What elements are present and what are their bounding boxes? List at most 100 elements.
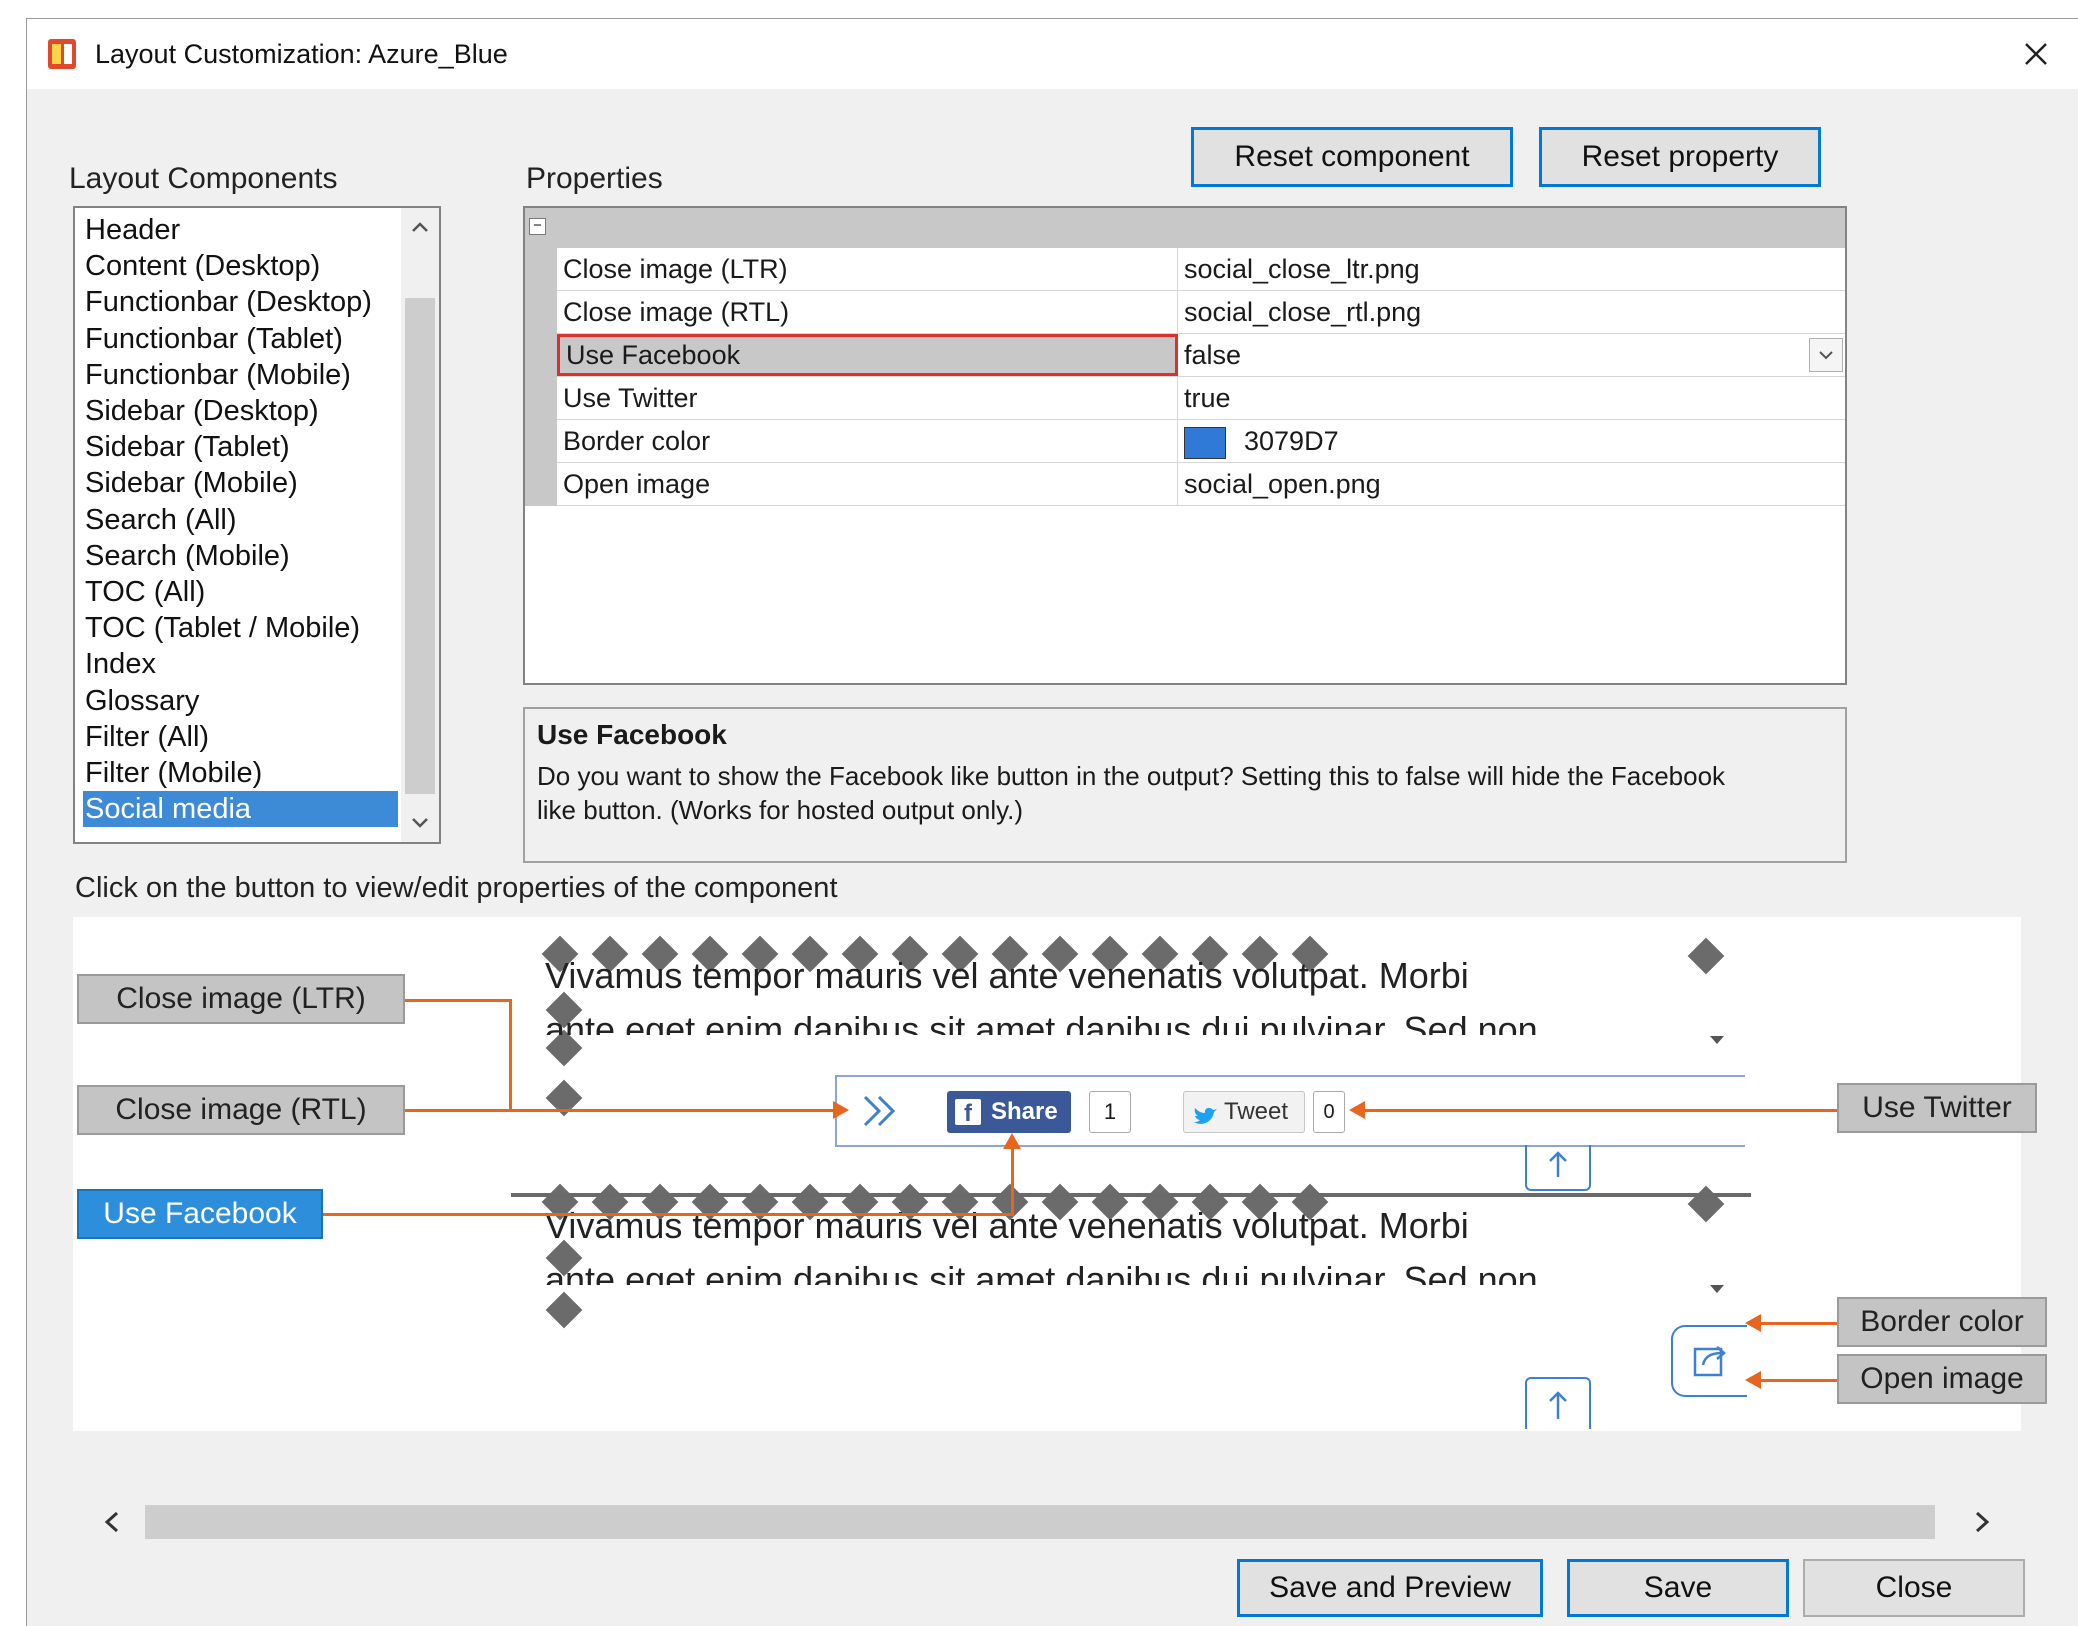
mock-scroll-down-icon-lower — [1707, 1282, 1727, 1301]
scroll-up-icon[interactable] — [401, 208, 439, 246]
reset-component-button[interactable]: Reset component — [1191, 127, 1513, 187]
decorative-border-diamond — [1687, 1185, 1725, 1223]
close-button[interactable]: Close — [1803, 1559, 2025, 1617]
preview-scroll-thumb[interactable] — [145, 1505, 1935, 1539]
dropdown-chevron-icon[interactable] — [1809, 338, 1843, 372]
title-bar: Layout Customization: Azure_Blue — [27, 19, 2078, 89]
preview-horizontal-scrollbar[interactable] — [73, 1499, 2021, 1545]
facebook-share-button: f Share — [947, 1091, 1071, 1133]
connector-line — [1759, 1322, 1837, 1325]
color-swatch — [1184, 426, 1226, 459]
use-facebook-button[interactable]: Use Facebook — [77, 1189, 323, 1239]
share-count: 1 — [1089, 1091, 1131, 1133]
property-row[interactable]: Close image (RTL) social_close_rtl.png — [557, 291, 1845, 334]
preview-text-line-1-lower: Vivamus tempor mauris vel ante venenatis… — [545, 1205, 1469, 1246]
reset-property-button[interactable]: Reset property — [1539, 127, 1821, 187]
preview-text-line-1: Vivamus tempor mauris vel ante venenatis… — [545, 955, 1469, 996]
property-value[interactable]: social_close_ltr.png — [1178, 248, 1845, 290]
border-color-button[interactable]: Border color — [1837, 1297, 2047, 1347]
list-scroll-thumb[interactable] — [405, 298, 435, 794]
tweet-label: Tweet — [1224, 1098, 1289, 1125]
tweet-count: 0 — [1313, 1091, 1345, 1133]
property-name: Use Twitter — [557, 377, 1178, 419]
component-preview: Vivamus tempor mauris vel ante venenatis… — [73, 917, 2047, 1431]
property-description: Use Facebook Do you want to show the Fac… — [523, 707, 1847, 863]
property-row[interactable]: Close image (LTR) social_close_ltr.png — [557, 248, 1845, 291]
connector-line — [1011, 1147, 1014, 1216]
twitter-tweet-button: Tweet — [1183, 1091, 1305, 1133]
list-scrollbar[interactable] — [401, 208, 439, 842]
property-value[interactable]: social_close_rtl.png — [1178, 291, 1845, 333]
property-value-text: social_open.png — [1184, 469, 1381, 499]
close-arrows-icon — [859, 1091, 903, 1136]
component-list-item[interactable]: TOC (All) — [83, 574, 398, 610]
layout-components-label: Layout Components — [69, 162, 338, 195]
property-value[interactable]: true — [1178, 377, 1845, 419]
mock-scroll-down-icon — [1707, 1033, 1727, 1052]
collapse-icon[interactable]: − — [529, 218, 546, 235]
back-to-top-icon — [1525, 1145, 1591, 1191]
scroll-right-icon[interactable] — [1967, 1505, 1997, 1544]
property-row[interactable]: Use Facebook false — [557, 334, 1845, 377]
scroll-left-icon[interactable] — [97, 1505, 127, 1544]
decorative-border-diamond — [1687, 937, 1725, 975]
property-name: Use Facebook — [557, 334, 1178, 376]
component-list-item[interactable]: Filter (All) — [83, 719, 398, 755]
property-value[interactable]: 3079D7 — [1178, 420, 1845, 462]
component-list-item[interactable]: Sidebar (Tablet) — [83, 429, 398, 465]
component-list-item[interactable]: Search (All) — [83, 502, 398, 538]
close-image-rtl-button[interactable]: Close image (RTL) — [77, 1085, 405, 1135]
layout-components-list[interactable]: Header Content (Desktop) Functionbar (Desk… — [73, 206, 441, 844]
social-open-icon — [1671, 1325, 1747, 1397]
grid-gutter — [525, 248, 557, 506]
property-value-text: social_close_ltr.png — [1184, 254, 1420, 284]
share-label: Share — [991, 1098, 1058, 1125]
description-text-line-2: like button. (Works for hosted output on… — [537, 795, 1024, 825]
property-row[interactable]: Open image social_open.png — [557, 463, 1845, 506]
property-name: Close image (LTR) — [557, 248, 1178, 290]
component-list-item[interactable]: Glossary — [83, 683, 398, 719]
color-value: 3079D7 — [1244, 426, 1339, 456]
preview-text-line-2: ante eget enim dapibus sit amet dapibus … — [545, 1009, 1538, 1035]
component-list-item[interactable]: Filter (Mobile) — [83, 755, 398, 791]
component-list-item[interactable]: Functionbar (Desktop) — [83, 284, 398, 320]
description-title: Use Facebook — [537, 719, 727, 750]
close-image-ltr-button[interactable]: Close image (LTR) — [77, 974, 405, 1024]
open-image-button[interactable]: Open image — [1837, 1354, 2047, 1404]
property-row[interactable]: Border color 3079D7 — [557, 420, 1845, 463]
arrow-head — [1349, 1101, 1365, 1119]
decorative-border-diamond — [545, 1029, 583, 1067]
properties-label: Properties — [526, 162, 663, 195]
component-list-item[interactable]: Sidebar (Desktop) — [83, 393, 398, 429]
component-list-item[interactable]: Functionbar (Tablet) — [83, 321, 398, 357]
component-list-item[interactable]: TOC (Tablet / Mobile) — [83, 610, 398, 646]
scroll-down-icon[interactable] — [401, 804, 439, 842]
save-button[interactable]: Save — [1567, 1559, 1789, 1617]
property-value[interactable]: false — [1178, 334, 1845, 376]
property-row[interactable]: Use Twitter true — [557, 377, 1845, 420]
component-list-item[interactable]: Index — [83, 646, 398, 682]
save-and-preview-button[interactable]: Save and Preview — [1237, 1559, 1543, 1617]
preview-hint-label: Click on the button to view/edit propert… — [75, 872, 838, 904]
window-title: Layout Customization: Azure_Blue — [95, 39, 508, 69]
component-list-item[interactable]: Sidebar (Mobile) — [83, 465, 398, 501]
twitter-bird-icon — [1192, 1101, 1218, 1141]
arrow-head — [1745, 1371, 1761, 1389]
connector-line — [1363, 1109, 1837, 1112]
use-twitter-button[interactable]: Use Twitter — [1837, 1083, 2037, 1133]
component-list-item[interactable]: Header — [83, 212, 398, 248]
connector-line — [405, 1109, 835, 1112]
close-window-icon[interactable] — [2013, 31, 2059, 77]
property-grid[interactable]: − Close image (LTR) social_close_ltr.png C… — [523, 206, 1847, 685]
property-value[interactable]: social_open.png — [1178, 463, 1845, 505]
app-icon — [47, 38, 77, 70]
component-list-item[interactable]: Social media — [83, 791, 398, 828]
grid-category-header: − — [525, 208, 1845, 248]
component-list-item[interactable]: Content (Desktop) — [83, 248, 398, 284]
arrow-head — [833, 1101, 849, 1119]
component-list-item[interactable]: Functionbar (Mobile) — [83, 357, 398, 393]
connector-line — [509, 999, 512, 1111]
connector-line — [323, 1213, 1013, 1216]
component-list-item[interactable]: Search (Mobile) — [83, 538, 398, 574]
back-to-top-icon-lower — [1525, 1377, 1591, 1429]
